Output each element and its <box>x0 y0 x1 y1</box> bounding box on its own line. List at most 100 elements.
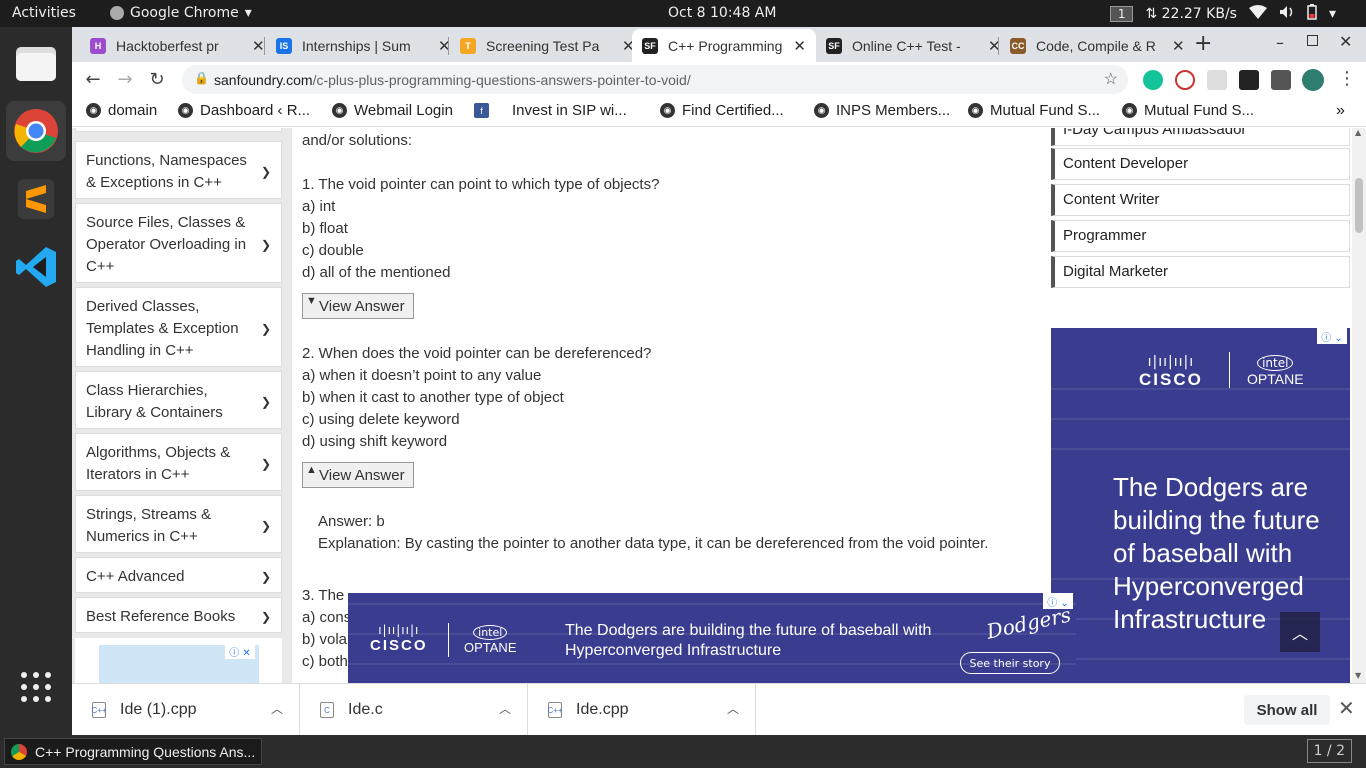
bookmark-item[interactable]: ◉ Mutual Fund S... <box>968 102 1100 119</box>
activities-button[interactable]: Activities <box>12 5 76 21</box>
job-link[interactable]: Programmer <box>1051 220 1350 252</box>
close-icon[interactable]: ✕ <box>1172 37 1185 55</box>
tab-hacktoberfest[interactable]: H Hacktoberfest pr ✕ <box>80 29 275 62</box>
adchoices-icon[interactable]: ⓘ ⌄ <box>1317 328 1347 344</box>
bookmarks-overflow-icon[interactable]: » <box>1336 102 1345 120</box>
chevron-up-icon[interactable]: ︿ <box>727 700 739 717</box>
caret-down-icon: ▼ <box>306 295 317 307</box>
extension-icon[interactable] <box>1175 70 1195 90</box>
sidebar-item-reference-books[interactable]: Best Reference Books ❯ <box>75 597 282 633</box>
download-item[interactable]: C++ Ide.cpp ︿ <box>528 684 756 736</box>
extension-icon[interactable] <box>1207 70 1227 90</box>
bookmark-star-icon[interactable]: ☆ <box>1104 69 1118 89</box>
show-all-downloads-button[interactable]: Show all <box>1244 695 1330 725</box>
back-arrow-icon[interactable]: ← <box>80 66 106 92</box>
lock-icon[interactable]: 🔒 <box>194 71 209 85</box>
maximize-button[interactable] <box>1307 35 1318 46</box>
q3-option: a) cons <box>302 609 352 626</box>
sublime-text-icon[interactable] <box>6 169 66 229</box>
job-link[interactable]: Content Writer <box>1051 184 1350 216</box>
view-answer-button[interactable]: ▲ View Answer <box>302 462 414 488</box>
close-window-button[interactable]: ✕ <box>1339 32 1352 51</box>
download-filename: Ide.cpp <box>576 701 629 718</box>
tab-favicon: T <box>460 37 476 54</box>
bookmark-item[interactable]: f Invest in SIP wi... <box>474 102 627 119</box>
adchoices-icon[interactable]: ⓘ ✕ <box>225 643 255 659</box>
reload-icon[interactable]: ↻ <box>144 66 170 92</box>
close-icon[interactable]: ✕ <box>252 37 265 55</box>
downloads-bar: C++ Ide (1).cpp ︿ C Ide.c ︿ C++ Ide.cpp … <box>72 683 1366 736</box>
address-bar[interactable]: 🔒 sanfoundry.com/c-plus-plus-programming… <box>182 65 1128 94</box>
download-filename: Ide (1).cpp <box>120 701 197 718</box>
tab-screening-test[interactable]: T Screening Test Pa ✕ <box>450 29 645 62</box>
see-their-story-button[interactable]: See their story <box>960 652 1060 674</box>
tab-code-compile[interactable]: CC Code, Compile & R ✕ <box>1000 29 1195 62</box>
bookmark-item[interactable]: ◉ Dashboard ‹ R... <box>178 102 310 119</box>
system-menu-chevron-icon[interactable]: ▾ <box>1329 6 1336 22</box>
show-applications-icon[interactable] <box>6 657 66 717</box>
scrollbar-thumb[interactable] <box>1355 178 1363 233</box>
q2-option: d) using shift keyword <box>302 433 448 450</box>
globe-icon: ◉ <box>178 103 193 118</box>
vscode-icon[interactable] <box>6 237 66 297</box>
files-app-icon[interactable] <box>6 33 66 93</box>
close-icon[interactable]: ✕ <box>793 37 806 55</box>
chevron-up-icon[interactable]: ︿ <box>499 700 511 717</box>
download-item[interactable]: C++ Ide (1).cpp ︿ <box>72 684 300 736</box>
question-3: 3. The <box>302 587 345 604</box>
net-speed: ⇅ 22.27 KB/s <box>1145 6 1237 22</box>
puzzle-icon[interactable] <box>1271 70 1291 90</box>
sidebar-item-cpp-advanced[interactable]: C++ Advanced ❯ <box>75 557 282 593</box>
profile-avatar[interactable] <box>1302 69 1324 91</box>
bookmark-item[interactable]: ◉ INPS Members... <box>814 102 950 119</box>
sidebar-item-class-hierarchies[interactable]: Class Hierarchies, Library & Containers ❯ <box>75 371 282 429</box>
workspace-switcher[interactable]: 1 / 2 <box>1306 739 1352 763</box>
chevron-down-icon: ❯ <box>260 570 271 584</box>
extension-icon[interactable] <box>1239 70 1259 90</box>
right-sidebar: I-Day Campus Ambassador Content Develope… <box>1050 128 1352 683</box>
scroll-to-top-button[interactable]: ︿ <box>1280 612 1320 652</box>
bookmark-item[interactable]: ◉ Find Certified... <box>660 102 784 119</box>
grammarly-extension-icon[interactable] <box>1143 70 1163 90</box>
page-scrollbar[interactable]: ▲ ▼ <box>1352 128 1366 683</box>
sticky-ad-banner[interactable]: ⓘ ⌄ ı|ıı|ıı|ı CISCO intel OPTANE The Dod… <box>348 593 1076 683</box>
bookmark-item[interactable]: ◉ Webmail Login <box>332 102 453 119</box>
more-menu-icon[interactable]: ⋮ <box>1338 68 1356 89</box>
sidebar-item-source-files[interactable]: Source Files, Classes & Operator Overloa… <box>75 203 282 283</box>
tab-internships[interactable]: IS Internships | Sum ✕ <box>266 29 461 62</box>
close-icon[interactable]: ✕ <box>1338 696 1355 721</box>
clock[interactable]: Oct 8 10:48 AM <box>668 5 776 21</box>
workspace-indicator[interactable]: 1 <box>1109 6 1134 22</box>
answer-text: Answer: b <box>318 513 385 530</box>
minimize-button[interactable]: – <box>1276 33 1284 52</box>
job-link[interactable]: Digital Marketer <box>1051 256 1350 288</box>
wifi-icon[interactable] <box>1248 5 1267 23</box>
sidebar-item-derived-classes[interactable]: Derived Classes, Templates & Exception H… <box>75 287 282 367</box>
page-viewport: Functions, Namespaces & Exceptions in C+… <box>72 128 1366 683</box>
app-menu[interactable]: Google Chrome ▾ <box>110 5 252 21</box>
view-answer-button[interactable]: ▼ View Answer <box>302 293 414 319</box>
chevron-down-icon: ❯ <box>260 457 271 471</box>
taskbar-window-button[interactable]: C++ Programming Questions Ans... <box>4 738 262 765</box>
chevron-up-icon[interactable]: ︿ <box>271 700 283 717</box>
volume-icon[interactable] <box>1279 5 1295 23</box>
tab-favicon: CC <box>1010 37 1026 54</box>
explanation-text: Explanation: By casting the pointer to a… <box>318 535 989 552</box>
forward-arrow-icon[interactable]: → <box>112 66 138 92</box>
q1-option: d) all of the mentioned <box>302 264 451 281</box>
tab-cpp-programming[interactable]: SF C++ Programming ✕ <box>632 29 816 62</box>
job-link[interactable]: Content Developer <box>1051 148 1350 180</box>
tab-online-cpp-test[interactable]: SF Online C++ Test - ✕ <box>816 29 1011 62</box>
bookmark-item[interactable]: ◉ domain <box>86 102 157 119</box>
globe-icon: ◉ <box>968 103 983 118</box>
job-link[interactable]: I-Day Campus Ambassador <box>1051 128 1350 146</box>
sidebar-item-algorithms[interactable]: Algorithms, Objects & Iterators in C++ ❯ <box>75 433 282 491</box>
q1-option: a) int <box>302 198 336 215</box>
sidebar-item-functions[interactable]: Functions, Namespaces & Exceptions in C+… <box>75 141 282 199</box>
new-tab-button[interactable]: + <box>1194 31 1212 56</box>
bookmark-item[interactable]: ◉ Mutual Fund S... <box>1122 102 1254 119</box>
battery-icon[interactable] <box>1307 4 1317 24</box>
sidebar-item-strings[interactable]: Strings, Streams & Numerics in C++ ❯ <box>75 495 282 553</box>
chrome-app-icon[interactable] <box>6 101 66 161</box>
download-item[interactable]: C Ide.c ︿ <box>300 684 528 736</box>
